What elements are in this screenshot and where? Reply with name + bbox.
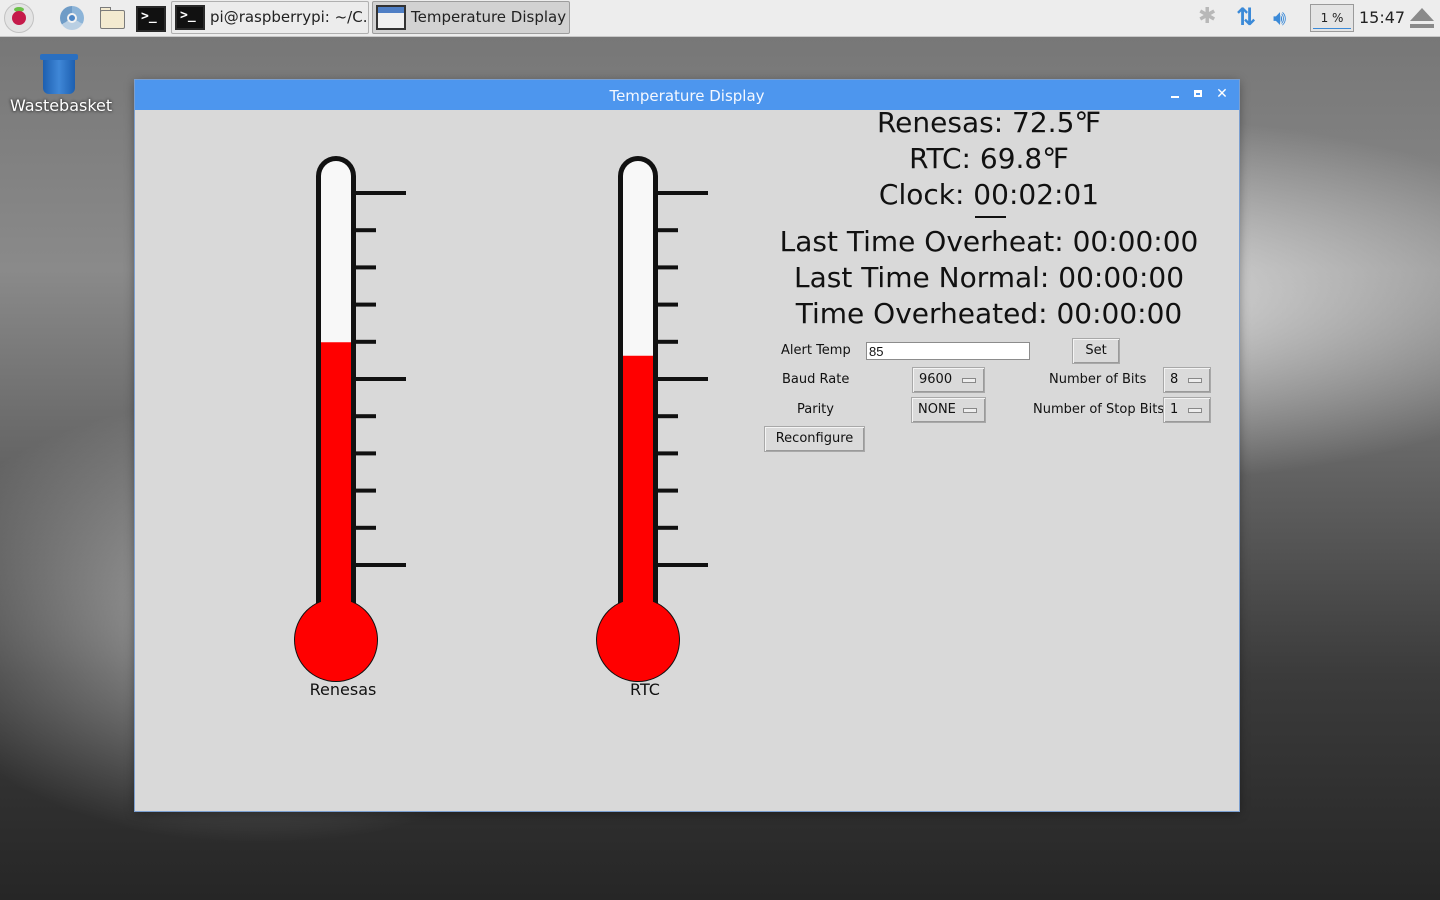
cpu-usage-text: 1 % xyxy=(1320,11,1344,25)
thermometer-neck xyxy=(321,580,351,620)
temperature-display-window: Temperature Display ✕ Renesas RTC Renesa… xyxy=(135,80,1239,811)
dropdown-indicator-icon xyxy=(1188,408,1202,413)
taskbar-item-temperature-display[interactable]: Temperature Display xyxy=(372,1,570,34)
last-normal-reading: Last Time Normal: 00:00:00 xyxy=(793,261,1185,294)
set-button[interactable]: Set xyxy=(1072,338,1120,364)
number-of-bits-select[interactable]: 8 xyxy=(1163,367,1211,393)
renesas-reading: Renesas: 72.5℉ xyxy=(876,106,1102,139)
stop-bits-label: Number of Stop Bits xyxy=(1033,402,1165,417)
wastebasket-desktop-icon[interactable]: Wastebasket xyxy=(10,50,113,122)
thermometer-tick-minor xyxy=(656,451,678,456)
thermometer-tick-minor xyxy=(354,228,376,233)
alert-temp-label: Alert Temp xyxy=(781,343,851,358)
thermometer-tick-major xyxy=(656,563,708,567)
clock-cursor-underline xyxy=(975,216,1006,218)
bluetooth-icon[interactable]: ✱ xyxy=(1198,4,1216,30)
thermometer-tick-minor xyxy=(354,525,376,530)
parity-label: Parity xyxy=(797,402,834,417)
maximize-icon xyxy=(1194,90,1202,97)
cpu-usage-graph xyxy=(1313,28,1351,29)
dropdown-indicator-icon xyxy=(962,378,976,383)
number-of-bits-label: Number of Bits xyxy=(1049,372,1147,387)
thermometer-tick-minor xyxy=(354,302,376,307)
last-overheat-reading: Last Time Overheat: 00:00:00 xyxy=(779,225,1199,258)
thermometer-tick-minor xyxy=(656,525,678,530)
thermometer-tick-minor xyxy=(656,339,678,344)
baud-rate-label: Baud Rate xyxy=(782,372,850,387)
raspberry-menu-button[interactable] xyxy=(4,3,34,33)
taskbar-item-label: Temperature Display xyxy=(411,8,567,26)
baud-rate-value: 9600 xyxy=(919,372,953,387)
renesas-thermometer: Renesas xyxy=(263,110,423,710)
thermometer-tick-minor xyxy=(354,451,376,456)
maximize-button[interactable] xyxy=(1190,86,1206,102)
thermometer-tick-major xyxy=(354,191,406,195)
time-overheated-reading: Time Overheated: 00:00:00 xyxy=(795,297,1183,330)
alert-temp-input[interactable] xyxy=(866,342,1030,360)
terminal-icon: >_ xyxy=(175,5,205,30)
thermometer-neck xyxy=(623,580,653,620)
browser-launcher-button[interactable] xyxy=(57,3,87,33)
clock-reading: Clock: 00:02:01 xyxy=(878,178,1100,211)
thermometer-tick-minor xyxy=(656,265,678,270)
rtc-reading: RTC: 69.8℉ xyxy=(909,142,1069,175)
folder-icon xyxy=(100,10,125,29)
thermometer-tick-major xyxy=(656,377,708,381)
thermometer-tick-major xyxy=(354,377,406,381)
dropdown-indicator-icon xyxy=(1188,378,1202,383)
minimize-button[interactable] xyxy=(1167,86,1183,102)
cpu-usage-monitor[interactable]: 1 % xyxy=(1310,4,1354,32)
eject-icon[interactable] xyxy=(1410,8,1434,28)
thermometer-tick-minor xyxy=(354,488,376,493)
thermometer-tick-minor xyxy=(354,339,376,344)
number-of-bits-value: 8 xyxy=(1170,372,1179,387)
network-icon[interactable]: ⇅ xyxy=(1236,4,1256,30)
stop-bits-value: 1 xyxy=(1170,402,1179,417)
volume-icon[interactable]: 🔊︎ xyxy=(1273,5,1286,31)
thermometer-tick-minor xyxy=(354,414,376,419)
thermometer-tick-minor xyxy=(656,414,678,419)
thermometer-tick-minor xyxy=(656,302,678,307)
thermometer-tick-major xyxy=(354,563,406,567)
rtc-thermometer-label: RTC xyxy=(630,680,660,699)
taskbar: >_ >_ pi@raspberrypi: ~/C... Temperature… xyxy=(0,0,1440,37)
stop-bits-select[interactable]: 1 xyxy=(1163,397,1211,423)
taskbar-item-label: pi@raspberrypi: ~/C... xyxy=(210,8,369,26)
desktop: { "taskbar": { "terminal_task_label": "p… xyxy=(0,0,1440,900)
terminal-icon: >_ xyxy=(136,6,166,32)
minimize-icon xyxy=(1171,96,1179,98)
file-manager-launcher-button[interactable] xyxy=(97,3,127,33)
thermometer-tick-minor xyxy=(656,488,678,493)
dropdown-indicator-icon xyxy=(963,408,977,413)
terminal-launcher-button[interactable]: >_ xyxy=(136,3,166,33)
reconfigure-button[interactable]: Reconfigure xyxy=(764,426,865,452)
raspberry-icon xyxy=(12,11,26,25)
renesas-thermometer-label: Renesas xyxy=(309,680,377,699)
parity-value: NONE xyxy=(918,402,956,417)
trash-icon xyxy=(40,54,78,94)
wastebasket-label: Wastebasket xyxy=(10,96,113,115)
thermometer-tick-minor xyxy=(354,265,376,270)
parity-select[interactable]: NONE xyxy=(911,397,986,423)
window-icon xyxy=(376,5,406,30)
thermometer-tick-minor xyxy=(656,228,678,233)
taskbar-item-terminal[interactable]: >_ pi@raspberrypi: ~/C... xyxy=(171,1,369,34)
renesas-thermometer-graphic xyxy=(294,156,406,682)
close-icon: ✕ xyxy=(1216,86,1228,102)
baud-rate-select[interactable]: 9600 xyxy=(912,367,985,393)
window-content: Renesas RTC Renesas: 72.5℉ RTC: 69.8℉ Cl… xyxy=(135,106,1239,811)
close-button[interactable]: ✕ xyxy=(1214,86,1230,102)
taskbar-clock[interactable]: 15:47 xyxy=(1359,0,1405,36)
